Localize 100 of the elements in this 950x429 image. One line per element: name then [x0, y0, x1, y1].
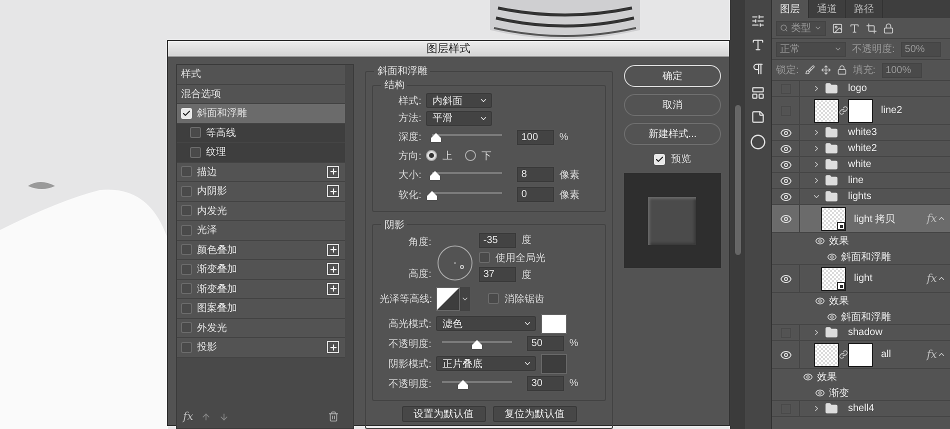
eye-icon[interactable] — [815, 388, 825, 398]
chevron-icon[interactable] — [812, 176, 821, 185]
layer-row[interactable]: shell4 — [772, 401, 950, 417]
add-icon[interactable] — [327, 282, 340, 295]
eye-icon[interactable] — [803, 372, 813, 382]
number-field[interactable]: 8 — [517, 167, 554, 182]
style-list-item[interactable]: 内阴影 — [177, 182, 346, 202]
add-icon[interactable] — [327, 341, 340, 354]
number-field[interactable]: 0 — [517, 187, 554, 202]
checkbox[interactable] — [190, 146, 201, 158]
eye-icon[interactable] — [780, 212, 792, 224]
style-list-item[interactable]: 投影 — [177, 338, 346, 358]
move-down-icon[interactable] — [219, 412, 230, 422]
checkbox[interactable] — [181, 283, 192, 294]
checkbox[interactable] — [479, 252, 490, 263]
panel-tab[interactable]: 图层 — [772, 0, 809, 18]
add-icon[interactable] — [327, 244, 340, 256]
slider-thumb[interactable] — [458, 380, 468, 388]
chevron-icon[interactable] — [812, 84, 821, 93]
delete-icon[interactable] — [328, 411, 340, 422]
type-icon[interactable] — [849, 22, 860, 34]
caret-icon[interactable] — [937, 350, 946, 359]
image-icon[interactable] — [832, 22, 843, 34]
checkbox[interactable] — [181, 322, 192, 334]
style-list-item[interactable]: 斜面和浮雕 — [177, 104, 346, 124]
style-list-item[interactable]: 光泽 — [177, 221, 346, 240]
contour-preview[interactable] — [436, 286, 460, 310]
chevron-icon[interactable] — [812, 128, 821, 137]
style-list-item[interactable]: 纹理 — [177, 143, 346, 162]
chevron-icon[interactable] — [812, 144, 821, 153]
chevron-icon[interactable] — [812, 192, 821, 201]
button[interactable]: 取消 — [624, 94, 721, 116]
paragraph-icon[interactable] — [751, 62, 765, 76]
layer-row[interactable]: light fx — [772, 265, 950, 293]
move-icon[interactable] — [820, 65, 831, 75]
style-list-item[interactable]: 渐变叠加 — [177, 260, 346, 280]
button[interactable]: 复位为默认值 — [492, 406, 577, 422]
layer-row[interactable]: shadow — [772, 325, 950, 341]
style-list-item[interactable]: 样式 — [177, 65, 346, 84]
eye-icon[interactable] — [780, 142, 792, 154]
caret-icon[interactable] — [937, 274, 946, 283]
radio-button[interactable] — [465, 150, 476, 162]
panel-tab[interactable]: 通道 — [809, 0, 846, 18]
layer-row[interactable]: line — [772, 173, 950, 189]
eye-icon[interactable] — [815, 296, 825, 306]
eye-icon[interactable] — [780, 348, 792, 360]
checkbox[interactable] — [181, 205, 192, 216]
style-list-item[interactable]: 渐变叠加 — [177, 280, 346, 299]
scrollbar-thumb[interactable] — [734, 105, 740, 255]
lock-icon[interactable] — [883, 22, 894, 34]
layer-row[interactable]: line2 — [772, 97, 950, 125]
checkbox[interactable] — [190, 127, 201, 138]
layer-row[interactable]: all fx — [772, 341, 950, 369]
dropdown[interactable]: 正片叠底 — [436, 356, 536, 371]
number-field[interactable]: -35 — [479, 232, 516, 248]
caret-icon[interactable] — [937, 214, 946, 223]
angle-dial[interactable] — [436, 244, 474, 282]
eye-icon[interactable] — [780, 126, 792, 138]
chevron-icon[interactable] — [812, 160, 821, 169]
panel-icon[interactable] — [751, 86, 765, 100]
eye-icon[interactable] — [780, 272, 792, 284]
eye-icon[interactable] — [815, 236, 825, 246]
sliders-icon[interactable] — [751, 14, 765, 28]
layer-row[interactable]: light 拷贝 fx — [772, 205, 950, 233]
eye-icon[interactable] — [827, 252, 837, 262]
layer-row[interactable]: white — [772, 157, 950, 173]
move-up-icon[interactable] — [201, 412, 212, 422]
style-list-item[interactable]: 描边 — [177, 162, 346, 182]
style-list-item[interactable]: 等高线 — [177, 124, 346, 143]
checkbox[interactable] — [181, 264, 192, 275]
brush-icon[interactable] — [804, 65, 815, 75]
checkbox[interactable] — [181, 166, 192, 178]
character-icon[interactable] — [751, 38, 765, 52]
button[interactable]: 设置为默认值 — [402, 406, 486, 422]
eye-icon[interactable] — [780, 190, 792, 202]
eye-icon[interactable] — [780, 158, 792, 170]
note-icon[interactable] — [751, 110, 765, 124]
panel-tab[interactable]: 路径 — [846, 0, 883, 18]
lock-icon[interactable] — [836, 65, 847, 75]
slider-thumb[interactable] — [472, 340, 482, 348]
chevron-icon[interactable] — [812, 328, 821, 337]
add-icon[interactable] — [327, 166, 340, 178]
checkbox[interactable] — [181, 224, 192, 236]
checkbox[interactable] — [488, 293, 500, 304]
add-icon[interactable] — [327, 185, 340, 198]
slider-thumb[interactable] — [430, 133, 441, 142]
fx-label[interactable]: fx — [183, 410, 194, 423]
dropdown[interactable]: 滤色 — [436, 316, 536, 331]
number-field[interactable]: 50 — [527, 336, 564, 351]
color-swatch[interactable] — [541, 354, 568, 374]
layer-row[interactable]: white3 — [772, 125, 950, 141]
dropdown[interactable]: 平滑 — [426, 110, 492, 126]
crop-icon[interactable] — [866, 22, 877, 34]
style-list-item[interactable]: 外发光 — [177, 318, 346, 338]
chevron-icon[interactable] — [812, 404, 821, 413]
checkbox[interactable] — [181, 342, 192, 353]
style-list-item[interactable]: 内发光 — [177, 202, 346, 221]
style-list-item[interactable]: 颜色叠加 — [177, 240, 346, 260]
radio-button[interactable] — [426, 150, 438, 162]
layer-row[interactable]: logo — [772, 81, 950, 97]
